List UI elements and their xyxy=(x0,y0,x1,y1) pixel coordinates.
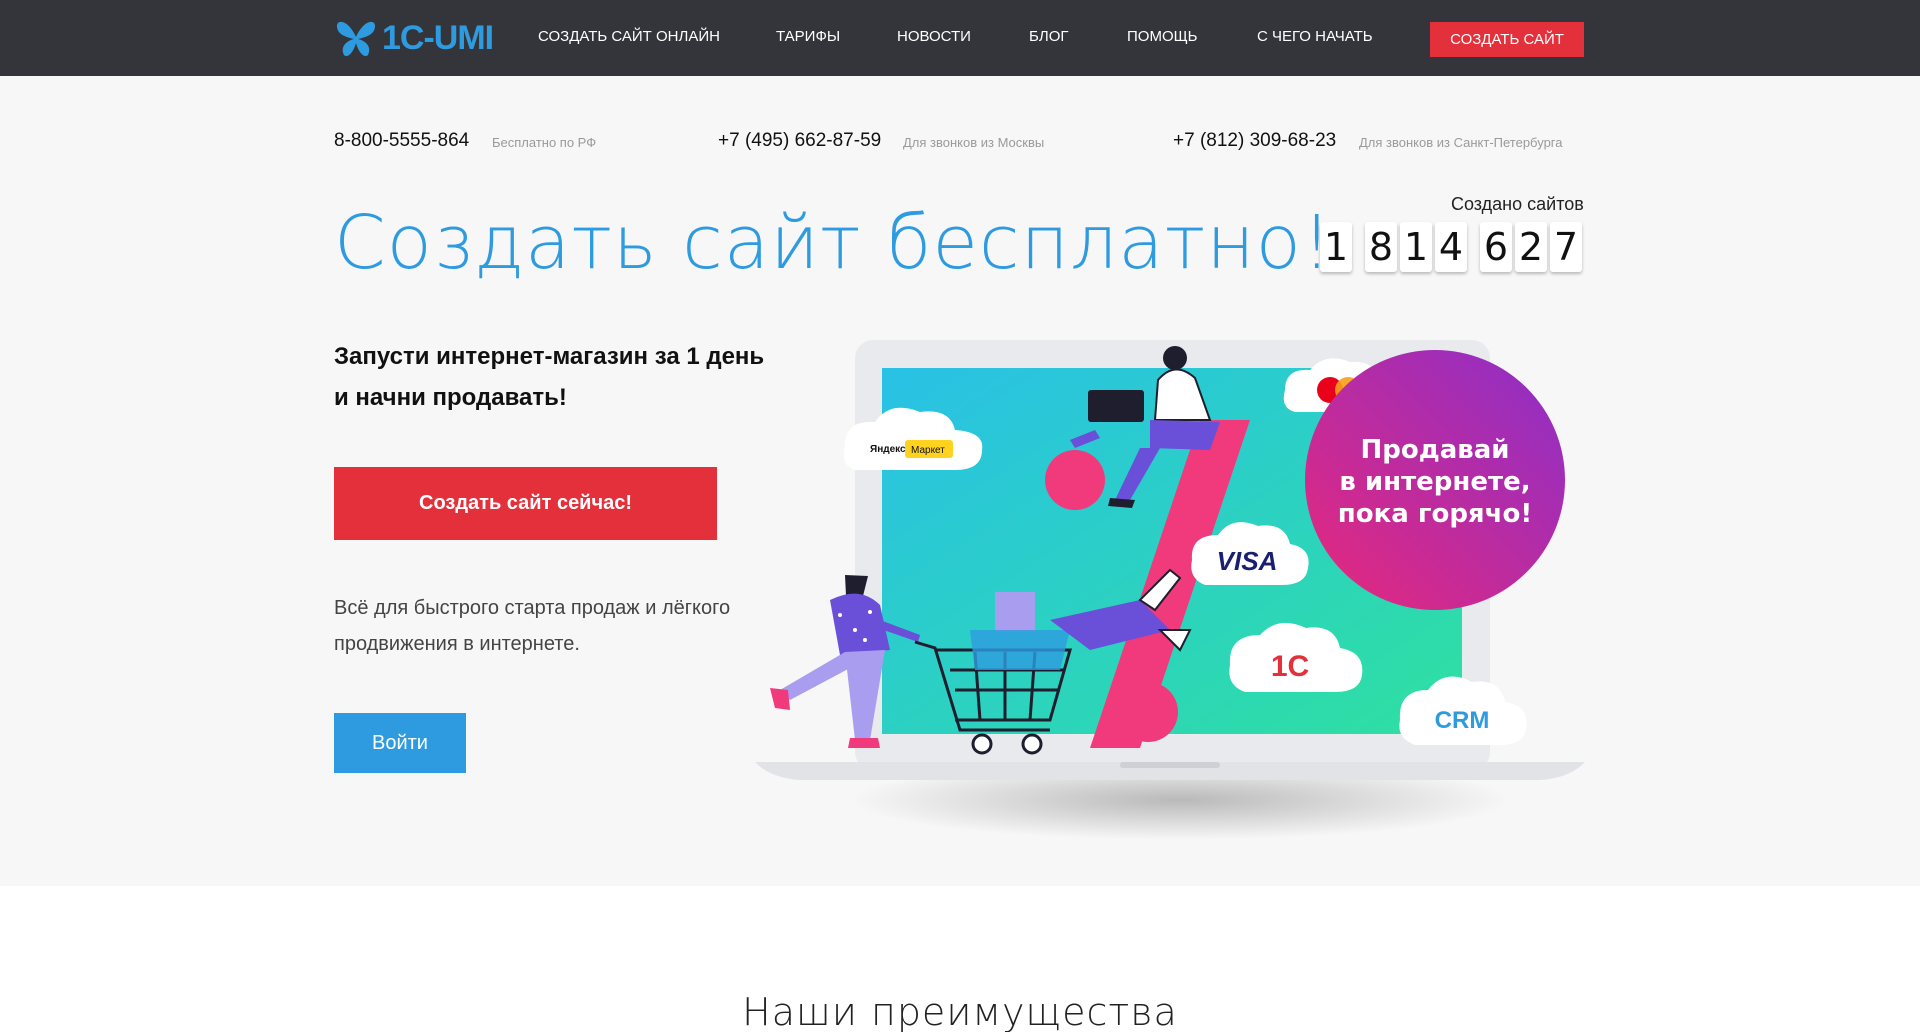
login-button[interactable]: Войти xyxy=(334,713,466,773)
counter-digit: 2 xyxy=(1515,222,1547,272)
laptop-hinge xyxy=(1120,762,1220,768)
phone-note-spb: Для звонков из Санкт-Петербурга xyxy=(1359,135,1563,150)
phone-number-spb[interactable]: +7 (812) 309-68-23 xyxy=(1173,130,1336,152)
promo-line2: в интернете, xyxy=(1339,467,1530,497)
1c-logo: 1С xyxy=(1271,650,1309,683)
yandex-text: Яндекс xyxy=(870,444,906,455)
top-navbar: 1C-UMI СОЗДАТЬ САЙТ ОНЛАЙН ТАРИФЫ НОВОСТ… xyxy=(0,0,1920,76)
advantages-title: Наши преимущества xyxy=(742,990,1178,1032)
counter-digit: 1 xyxy=(1320,222,1352,272)
sites-created-label: Создано сайтов xyxy=(1451,194,1584,214)
phone-number-free[interactable]: 8-800-5555-864 xyxy=(334,130,469,152)
gift-box xyxy=(995,592,1035,632)
cart-wheel xyxy=(971,733,993,755)
nav-help[interactable]: ПОМОЩЬ xyxy=(1127,28,1198,45)
market-text: Маркет xyxy=(911,445,945,456)
logo[interactable]: 1C-UMI xyxy=(334,16,494,60)
logo-text: 1C-UMI xyxy=(382,18,494,57)
counter-digit: 4 xyxy=(1435,222,1467,272)
promo-line3: пока горячо! xyxy=(1338,499,1532,529)
counter-digit: 6 xyxy=(1480,222,1512,272)
visa-logo: VISA xyxy=(1217,546,1278,576)
counter-digit: 8 xyxy=(1365,222,1397,272)
butterfly-icon xyxy=(336,21,376,57)
phone-note-moscow: Для звонков из Москвы xyxy=(903,135,1045,150)
create-site-button-header[interactable]: СОЗДАТЬ САЙТ xyxy=(1430,22,1584,57)
counter-digit: 1 xyxy=(1400,222,1432,272)
page-title: Создать сайт бесплатно! xyxy=(334,200,1333,286)
phone-number-moscow[interactable]: +7 (495) 662-87-59 xyxy=(718,130,881,152)
cart-wheel xyxy=(1021,733,1043,755)
phone-note-free: Бесплатно по РФ xyxy=(492,135,597,150)
nav-news[interactable]: НОВОСТИ xyxy=(897,28,971,45)
hero-subheading: Запусти интернет-магазин за 1 день и нач… xyxy=(334,336,794,418)
nav-tariffs[interactable]: ТАРИФЫ xyxy=(776,28,840,45)
promo-line1: Продавай xyxy=(1361,435,1510,465)
nav-getting-started[interactable]: С ЧЕГО НАЧАТЬ xyxy=(1257,28,1373,45)
hero-subheading-line2: и начни продавать! xyxy=(334,384,567,411)
nav-create-site-online[interactable]: СОЗДАТЬ САЙТ ОНЛАЙН xyxy=(538,28,720,45)
create-site-now-button[interactable]: Создать сайт сейчас! xyxy=(334,467,717,540)
counter-digit: 7 xyxy=(1550,222,1582,272)
hero-description: Всё для быстрого старта продаж и лёгкого… xyxy=(334,597,731,655)
hero-illustration: Яндекс Маркет Продавай в интернете, пока… xyxy=(755,340,1585,840)
nav-blog[interactable]: БЛОГ xyxy=(1029,28,1068,45)
pink-ball-bottom xyxy=(1118,682,1178,742)
hero-subheading-line1: Запусти интернет-магазин за 1 день xyxy=(334,343,765,370)
crm-text: CRM xyxy=(1435,707,1490,734)
pink-ball-left xyxy=(1045,450,1105,510)
